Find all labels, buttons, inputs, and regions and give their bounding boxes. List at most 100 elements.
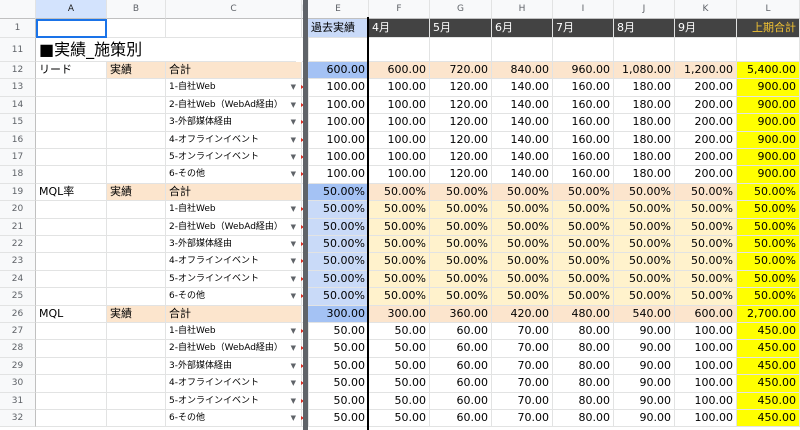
dropdown-arrow-icon[interactable]: ▼ (291, 340, 296, 356)
value-cell[interactable]: 450.00 (737, 357, 800, 376)
value-cell[interactable]: 60.00 (430, 410, 492, 428)
value-cell[interactable]: 900.00 (737, 114, 800, 132)
value-cell[interactable]: 50.00% (553, 270, 614, 289)
value-cell[interactable]: 200.00 (675, 114, 737, 132)
cell[interactable] (36, 201, 107, 219)
value-cell[interactable]: 50.00 (369, 410, 430, 428)
value-cell[interactable]: 100.00 (369, 131, 430, 149)
value-cell[interactable]: 70.00 (492, 357, 553, 376)
cell[interactable] (36, 288, 107, 306)
column-header-G[interactable]: G (430, 0, 492, 19)
total-label[interactable]: 合計 (166, 183, 302, 202)
row-header[interactable]: 14 (0, 96, 36, 115)
dropdown-arrow-icon[interactable]: ▼ (291, 375, 296, 391)
cell[interactable] (675, 38, 737, 62)
value-cell[interactable]: 600.00 (675, 305, 737, 323)
cell[interactable] (107, 149, 166, 167)
cell-header-H[interactable]: 6月 (492, 19, 553, 38)
value-cell[interactable]: 50.00 (308, 392, 369, 410)
dropdown-arrow-icon[interactable]: ▼ (291, 79, 296, 95)
value-cell[interactable]: 180.00 (614, 79, 675, 97)
value-cell[interactable]: 2,700.00 (737, 305, 800, 323)
value-cell[interactable]: 120.00 (430, 149, 492, 167)
row-header[interactable]: 21 (0, 218, 36, 236)
row-header[interactable]: 25 (0, 288, 36, 306)
value-cell[interactable]: 600.00 (369, 62, 430, 80)
value-cell[interactable]: 50.00% (737, 201, 800, 219)
value-cell[interactable]: 90.00 (614, 392, 675, 410)
value-cell[interactable]: 100.00 (308, 114, 369, 132)
value-cell[interactable]: 50.00% (430, 253, 492, 271)
cell[interactable] (107, 288, 166, 306)
subcategory-dropdown[interactable]: 6-その他 ▼ (166, 288, 302, 306)
cell-header-L[interactable]: 上期合計 (737, 19, 800, 38)
value-cell[interactable]: 70.00 (492, 375, 553, 393)
subcategory-dropdown[interactable]: 4-オフラインイベント ▼ (166, 253, 302, 271)
cell[interactable] (107, 201, 166, 219)
dropdown-arrow-icon[interactable]: ▼ (291, 288, 296, 304)
cell-header-G[interactable]: 5月 (430, 19, 492, 38)
row-header[interactable]: 11 (0, 38, 36, 62)
value-cell[interactable]: 50.00% (553, 288, 614, 306)
cell[interactable] (107, 218, 166, 236)
value-cell[interactable]: 100.00 (369, 114, 430, 132)
dropdown-arrow-icon[interactable]: ▼ (291, 149, 296, 165)
value-cell[interactable]: 360.00 (430, 305, 492, 323)
value-cell[interactable]: 50.00% (492, 183, 553, 202)
subcategory-dropdown[interactable]: 5-オンラインイベント ▼ (166, 149, 302, 167)
value-cell[interactable]: 1,080.00 (614, 62, 675, 80)
value-cell[interactable]: 50.00% (492, 236, 553, 254)
value-cell[interactable]: 140.00 (492, 114, 553, 132)
value-cell[interactable]: 50.00% (369, 253, 430, 271)
value-cell[interactable]: 50.00% (308, 270, 369, 289)
value-cell[interactable]: 160.00 (553, 131, 614, 149)
column-header-C[interactable]: C (166, 0, 302, 19)
value-cell[interactable]: 50.00% (614, 270, 675, 289)
group-label[interactable]: リード (36, 62, 107, 80)
group-kind[interactable]: 実績 (107, 183, 166, 202)
value-cell[interactable]: 180.00 (614, 131, 675, 149)
value-cell[interactable]: 70.00 (492, 410, 553, 428)
subcategory-dropdown[interactable]: 4-オフラインイベント ▼ (166, 131, 302, 149)
subcategory-dropdown[interactable]: 1-自社Web ▼ (166, 201, 302, 219)
dropdown-arrow-icon[interactable]: ▼ (291, 271, 296, 287)
row-header[interactable]: 13 (0, 79, 36, 97)
value-cell[interactable]: 50.00% (430, 218, 492, 236)
value-cell[interactable]: 420.00 (492, 305, 553, 323)
value-cell[interactable]: 450.00 (737, 392, 800, 410)
value-cell[interactable]: 50.00 (308, 375, 369, 393)
value-cell[interactable]: 50.00% (308, 218, 369, 236)
value-cell[interactable]: 50.00% (369, 288, 430, 306)
subcategory-dropdown[interactable]: 4-オフラインイベント ▼ (166, 375, 302, 393)
cell[interactable] (492, 38, 553, 62)
value-cell[interactable]: 50.00 (308, 357, 369, 376)
dropdown-arrow-icon[interactable]: ▼ (291, 97, 296, 113)
cell[interactable] (107, 375, 166, 393)
value-cell[interactable]: 50.00% (553, 236, 614, 254)
value-cell[interactable]: 50.00% (369, 201, 430, 219)
value-cell[interactable]: 90.00 (614, 357, 675, 376)
value-cell[interactable]: 200.00 (675, 96, 737, 115)
row-header[interactable]: 29 (0, 357, 36, 376)
cell[interactable] (308, 38, 369, 62)
cell[interactable] (107, 96, 166, 115)
value-cell[interactable]: 50.00% (737, 253, 800, 271)
row-header[interactable]: 27 (0, 323, 36, 341)
frozen-column-divider[interactable] (303, 0, 308, 430)
row-header[interactable]: 1 (0, 19, 36, 38)
value-cell[interactable]: 50.00% (737, 218, 800, 236)
value-cell[interactable]: 100.00 (308, 79, 369, 97)
cell[interactable] (614, 38, 675, 62)
row-header[interactable]: 12 (0, 62, 36, 80)
value-cell[interactable]: 50.00% (430, 236, 492, 254)
column-header-A[interactable]: A (36, 0, 107, 19)
value-cell[interactable]: 160.00 (553, 114, 614, 132)
cell-header-B[interactable] (107, 19, 166, 38)
value-cell[interactable]: 50.00% (737, 288, 800, 306)
row-header[interactable]: 17 (0, 149, 36, 167)
row-header[interactable]: 28 (0, 340, 36, 358)
value-cell[interactable]: 180.00 (614, 149, 675, 167)
value-cell[interactable]: 120.00 (430, 96, 492, 115)
value-cell[interactable]: 100.00 (308, 166, 369, 184)
subcategory-dropdown[interactable]: 5-オンラインイベント ▼ (166, 392, 302, 410)
